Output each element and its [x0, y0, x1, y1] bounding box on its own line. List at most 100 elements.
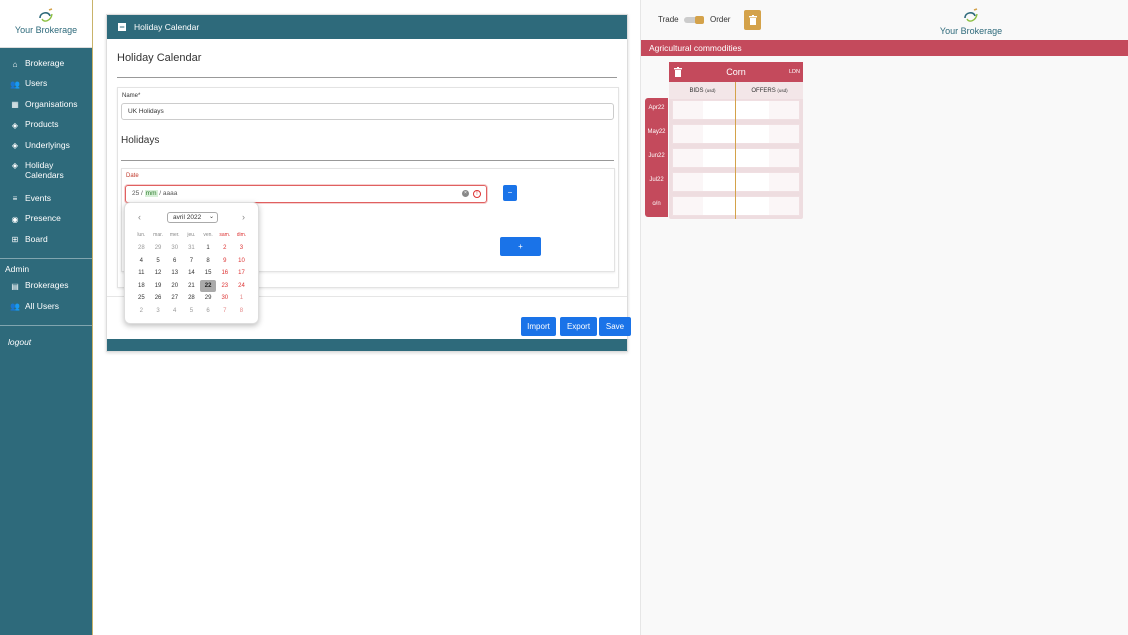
add-date-button[interactable]: + [500, 237, 541, 256]
calendar-day[interactable]: 9 [216, 255, 233, 268]
calendar-day[interactable]: 18 [133, 280, 150, 293]
calendar-day[interactable]: 22 [199, 279, 217, 293]
logout-link[interactable]: logout [0, 331, 92, 353]
next-month-icon[interactable]: › [242, 212, 245, 222]
calendar-day[interactable]: 1 [233, 292, 250, 305]
calendar-day[interactable]: 2 [216, 242, 233, 255]
name-input[interactable]: UK Holidays [121, 103, 614, 120]
calendar-day[interactable]: 8 [200, 255, 217, 268]
calendar-day[interactable]: 15 [200, 267, 217, 280]
calendar-day[interactable]: 27 [166, 292, 183, 305]
sidebar-item-users[interactable]: 👥 Users [0, 78, 92, 98]
weekday-header: dim. [236, 232, 247, 238]
month-select-value: avril 2022 [173, 214, 202, 221]
export-button[interactable]: Export [560, 317, 597, 336]
calendar-day[interactable]: 6 [200, 305, 217, 318]
calendar-day[interactable]: 11 [133, 267, 150, 280]
offer-cell[interactable] [736, 173, 769, 191]
bid-cell[interactable] [673, 197, 703, 215]
bid-cell[interactable] [673, 125, 703, 143]
calendar-day[interactable]: 30 [216, 292, 233, 305]
calendar-day[interactable]: 2 [133, 305, 150, 318]
tenor-label: May22 [647, 129, 666, 135]
bid-cell[interactable] [703, 125, 736, 143]
calendar-day[interactable]: 1 [200, 242, 217, 255]
sidebar-item-underlyings[interactable]: ◈ Underlyings [0, 140, 92, 160]
offer-cell[interactable] [736, 149, 769, 167]
bid-cell[interactable] [673, 173, 703, 191]
collapse-icon[interactable]: − [118, 23, 126, 32]
calendar-day[interactable]: 28 [133, 242, 150, 255]
calendar-day[interactable]: 29 [200, 292, 217, 305]
sidebar-item-holiday-calendars[interactable]: ◈ Holiday Calendars [0, 160, 92, 193]
offer-cell[interactable] [736, 101, 769, 119]
calendar-day[interactable]: 7 [216, 305, 233, 318]
sidebar-item-board[interactable]: ⊞ Board [0, 234, 92, 254]
calendar-day[interactable]: 13 [166, 267, 183, 280]
offer-cell[interactable] [769, 101, 799, 119]
trade-order-toggle[interactable] [684, 16, 704, 24]
offer-cell[interactable] [769, 125, 799, 143]
offer-cell[interactable] [769, 149, 799, 167]
import-button[interactable]: Import [521, 317, 556, 336]
trade-label: Trade [658, 15, 679, 24]
calendar-day[interactable]: 26 [150, 292, 167, 305]
prev-month-icon[interactable]: ‹ [138, 212, 141, 222]
weekday-header: sam. [219, 232, 231, 238]
bid-cell[interactable] [703, 149, 736, 167]
bid-cell[interactable] [703, 173, 736, 191]
remove-date-button[interactable]: − [503, 185, 517, 201]
calendar-day[interactable]: 28 [183, 292, 200, 305]
sidebar-item-brokerage[interactable]: ⌂ Brokerage [0, 58, 92, 78]
offer-cell[interactable] [736, 125, 769, 143]
calendar-day[interactable]: 17 [233, 267, 250, 280]
calendar-day[interactable]: 29 [150, 242, 167, 255]
calendar-day[interactable]: 20 [166, 280, 183, 293]
price-row [672, 148, 800, 168]
calendar-day[interactable]: 24 [233, 280, 250, 293]
calendar-day[interactable]: 31 [183, 242, 200, 255]
clear-icon[interactable]: × [462, 190, 469, 197]
bids-label: BIDS [689, 88, 704, 94]
calendar-day[interactable]: 3 [150, 305, 167, 318]
calendar-day[interactable]: 7 [183, 255, 200, 268]
offer-cell[interactable] [769, 197, 799, 215]
weekday-header: mer. [169, 232, 180, 238]
calendar-day[interactable]: 16 [216, 267, 233, 280]
month-select[interactable]: avril 2022 ⌄ [167, 212, 218, 223]
calendar-day[interactable]: 23 [216, 280, 233, 293]
bid-cell[interactable] [673, 149, 703, 167]
bid-cell[interactable] [703, 101, 736, 119]
offer-cell[interactable] [769, 173, 799, 191]
calendar-day[interactable]: 4 [166, 305, 183, 318]
bid-cell[interactable] [673, 101, 703, 119]
sidebar-item-products[interactable]: ◈ Products [0, 119, 92, 139]
calendar-day[interactable]: 4 [133, 255, 150, 268]
calendar-day[interactable]: 19 [150, 280, 167, 293]
date-input[interactable]: 25 / mm / aaaa × ! [125, 185, 487, 203]
calendar-day[interactable]: 14 [183, 267, 200, 280]
sidebar-item-brokerages[interactable]: ▤ Brokerages [0, 280, 92, 300]
date-year-segment[interactable]: aaaa [163, 190, 177, 197]
calendar-day[interactable]: 8 [233, 305, 250, 318]
calendar-day[interactable]: 12 [150, 267, 167, 280]
calendar-day[interactable]: 6 [166, 255, 183, 268]
calendar-day[interactable]: 10 [233, 255, 250, 268]
sidebar-item-presence[interactable]: ◉ Presence [0, 213, 92, 233]
sidebar-item-organisations[interactable]: ▦ Organisations [0, 99, 92, 119]
sidebar-logo[interactable]: Your Brokerage [0, 0, 92, 48]
offer-cell[interactable] [736, 197, 769, 215]
calendar-day[interactable]: 25 [133, 292, 150, 305]
calendar-day[interactable]: 3 [233, 242, 250, 255]
bid-cell[interactable] [703, 197, 736, 215]
calendar-day[interactable]: 5 [183, 305, 200, 318]
calendar-day[interactable]: 21 [183, 280, 200, 293]
calendar-day[interactable]: 30 [166, 242, 183, 255]
sidebar-item-events[interactable]: ≡ Events [0, 193, 92, 213]
server-icon: ▤ [11, 281, 19, 291]
date-month-segment[interactable]: mm [144, 190, 158, 197]
calendar-day[interactable]: 5 [150, 255, 167, 268]
clear-board-button[interactable] [744, 10, 761, 30]
save-button[interactable]: Save [599, 317, 631, 336]
sidebar-item-all-users[interactable]: 👥 All Users [0, 301, 92, 321]
